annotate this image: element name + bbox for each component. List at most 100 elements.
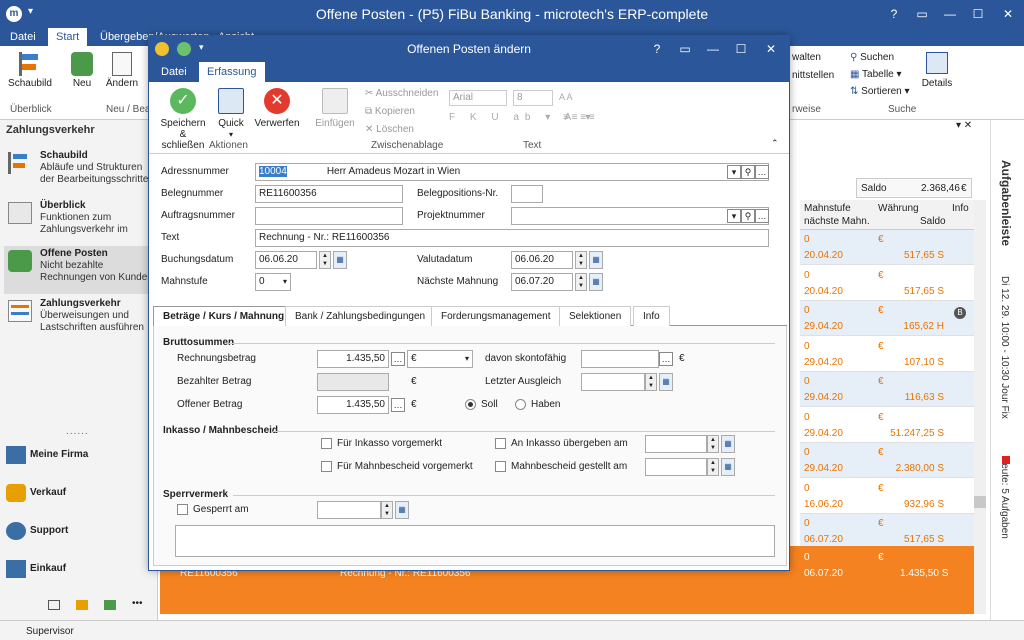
tabelle-button[interactable]: ▦ Tabelle ▾ bbox=[850, 69, 902, 80]
gesperrt-spinner[interactable]: ▲ ▼ bbox=[381, 501, 393, 519]
fuer-mahn-checkbox[interactable] bbox=[321, 461, 332, 472]
collapse-ribbon-icon[interactable]: ⌃ bbox=[771, 138, 779, 149]
belegnummer-field[interactable]: RE11600356 bbox=[255, 185, 403, 203]
subtab-selektionen[interactable]: Selektionen bbox=[559, 306, 632, 326]
mahn-gestellt-calendar-icon[interactable]: ▦ bbox=[721, 458, 735, 476]
col-naechste[interactable]: nächste Mahn. bbox=[804, 216, 870, 227]
valutadatum-calendar-icon[interactable]: ▦ bbox=[589, 251, 603, 269]
soll-radio[interactable] bbox=[465, 399, 476, 410]
table-row[interactable]: 0 20.04.20 €517,65 S bbox=[800, 265, 974, 301]
aendern-button[interactable]: Ändern bbox=[102, 50, 142, 102]
einfuegen-button[interactable]: Einfügen bbox=[315, 88, 355, 129]
nav-support[interactable]: Support bbox=[4, 520, 154, 544]
table-row[interactable]: 0 29.04.20 €165,62 H B bbox=[800, 301, 974, 336]
subtab-bank[interactable]: Bank / Zahlungsbedingungen bbox=[285, 306, 436, 326]
table-row[interactable]: 0 29.04.20 €116,63 S bbox=[800, 372, 974, 407]
buchungsdatum-calendar-icon[interactable]: ▦ bbox=[333, 251, 347, 269]
schaubild-button[interactable]: Schaubild bbox=[8, 50, 52, 102]
quick-button[interactable]: Quick ▾ bbox=[213, 88, 249, 140]
loeschen-button[interactable]: ✕ Löschen bbox=[365, 124, 414, 135]
suchen-button[interactable]: ⚲ Suchen bbox=[850, 52, 894, 63]
col-info[interactable]: Info bbox=[952, 203, 969, 214]
dialog-close-icon[interactable]: ✕ bbox=[757, 36, 785, 62]
sperr-notes-field[interactable] bbox=[175, 525, 775, 557]
table-row[interactable]: 0 29.04.20 €51.247,25 S bbox=[800, 407, 974, 443]
subtab-betraege[interactable]: Beträge / Kurs / Mahnung bbox=[153, 306, 295, 326]
pane-pin-icon[interactable]: ▾ ✕ bbox=[956, 120, 972, 131]
dialog-maximize-icon[interactable]: ☐ bbox=[727, 36, 755, 62]
dialog-minimize-icon[interactable]: — bbox=[699, 36, 727, 62]
dialog-tab-erfassung[interactable]: Erfassung bbox=[199, 62, 265, 82]
fuer-inkasso-checkbox[interactable] bbox=[321, 438, 332, 449]
rechnungsbetrag-more-icon[interactable]: … bbox=[391, 352, 405, 366]
table-row[interactable]: 0 29.04.20 €2.380,00 S bbox=[800, 443, 974, 478]
font-size-select[interactable]: 8 bbox=[513, 90, 553, 106]
ausgleich-calendar-icon[interactable]: ▦ bbox=[659, 373, 673, 391]
nav-mini-icon-2[interactable] bbox=[76, 600, 88, 610]
projekt-dropdown-icon[interactable]: ▾ bbox=[727, 209, 741, 223]
dialog-tab-datei[interactable]: Datei bbox=[153, 62, 195, 82]
dialog-help-icon[interactable]: ? bbox=[643, 36, 671, 62]
font-select[interactable]: Arial bbox=[449, 90, 507, 106]
subtab-info[interactable]: Info bbox=[633, 306, 670, 326]
ribbon-options-icon[interactable]: ▭ bbox=[908, 0, 936, 28]
an-inkasso-field[interactable] bbox=[645, 435, 707, 453]
help-icon[interactable]: ? bbox=[880, 0, 908, 28]
tasks-today[interactable]: Heute: 5 Aufgaben bbox=[999, 456, 1010, 539]
nav-meine-firma[interactable]: Meine Firma bbox=[4, 444, 154, 468]
sortieren-button[interactable]: ⇅ Sortieren ▾ bbox=[850, 86, 910, 97]
verwerfen-button[interactable]: ✕ Verwerfen bbox=[253, 88, 301, 129]
maximize-icon[interactable]: ☐ bbox=[964, 0, 992, 28]
nav-more-icon[interactable]: ••• bbox=[132, 598, 143, 609]
projekt-more-icon[interactable]: … bbox=[755, 209, 769, 223]
gesperrt-calendar-icon[interactable]: ▦ bbox=[395, 501, 409, 519]
projekt-search-icon[interactable]: ⚲ bbox=[741, 209, 755, 223]
table-row[interactable]: 0 20.04.20 €517,65 S bbox=[800, 230, 974, 265]
offen-more-icon[interactable]: … bbox=[391, 398, 405, 412]
an-inkasso-spinner[interactable]: ▲ ▼ bbox=[707, 435, 719, 453]
grow-font-icon[interactable]: A A bbox=[559, 92, 573, 102]
nav-einkauf[interactable]: Einkauf bbox=[4, 558, 154, 582]
gesperrt-checkbox[interactable] bbox=[177, 504, 188, 515]
tab-datei[interactable]: Datei bbox=[2, 28, 44, 46]
rechnungsbetrag-field[interactable]: 1.435,50 bbox=[317, 350, 389, 368]
nav-mini-icon-3[interactable] bbox=[104, 600, 116, 610]
naechste-calendar-icon[interactable]: ▦ bbox=[589, 273, 603, 291]
buchungsdatum-spinner[interactable]: ▲ ▼ bbox=[319, 251, 331, 269]
mahn-gestellt-checkbox[interactable] bbox=[495, 461, 506, 472]
dialog-options-icon[interactable]: ▭ bbox=[671, 36, 699, 62]
tab-start[interactable]: Start bbox=[48, 28, 88, 46]
mahn-gestellt-field[interactable] bbox=[645, 458, 707, 476]
an-inkasso-checkbox[interactable] bbox=[495, 438, 506, 449]
belegpos-field[interactable] bbox=[511, 185, 543, 203]
table-row[interactable]: 0 16.06.20 €932,96 S bbox=[800, 478, 974, 514]
col-mahnstufe[interactable]: Mahnstufe bbox=[804, 203, 851, 214]
neu-button[interactable]: Neu bbox=[64, 50, 100, 102]
adress-search-icon[interactable]: ⚲ bbox=[741, 165, 755, 179]
mahnstufe-select[interactable]: 0 ▾ bbox=[255, 273, 291, 291]
valutadatum-spinner[interactable]: ▲ ▼ bbox=[575, 251, 587, 269]
mahn-gestellt-spinner[interactable]: ▲ ▼ bbox=[707, 458, 719, 476]
gesperrt-field[interactable] bbox=[317, 501, 381, 519]
details-button[interactable]: Details bbox=[918, 50, 956, 89]
col-saldo[interactable]: Saldo bbox=[920, 216, 946, 227]
nav-splitter[interactable]: ...... bbox=[66, 426, 89, 437]
currency-select[interactable]: € ▾ bbox=[407, 350, 473, 368]
adressnummer-field[interactable]: 10004 Herr Amadeus Mozart in Wien bbox=[255, 163, 769, 181]
offen-field[interactable]: 1.435,50 bbox=[317, 396, 389, 414]
text-field[interactable]: Rechnung - Nr.: RE11600356 bbox=[255, 229, 769, 247]
minimize-icon[interactable]: — bbox=[936, 0, 964, 28]
schnittstellen-button[interactable]: nittstellen bbox=[792, 70, 834, 81]
subtab-forderung[interactable]: Forderungsmanagement bbox=[431, 306, 561, 326]
nav-verkauf[interactable]: Verkauf bbox=[4, 482, 154, 506]
verwalten-button[interactable]: walten bbox=[792, 52, 821, 63]
haben-radio[interactable] bbox=[515, 399, 526, 410]
ausschneiden-button[interactable]: ✂ Ausschneiden bbox=[365, 88, 438, 99]
nav-item-offene-posten[interactable]: Offene Posten Nicht bezahlte Rechnungen … bbox=[4, 246, 156, 294]
ausgleich-field[interactable] bbox=[581, 373, 645, 391]
auftragsnummer-field[interactable] bbox=[255, 207, 403, 225]
adress-more-icon[interactable]: … bbox=[755, 165, 769, 179]
aufgabenleiste-title[interactable]: Aufgabenleiste bbox=[999, 160, 1013, 246]
buchungsdatum-field[interactable]: 06.06.20 bbox=[255, 251, 317, 269]
nav-item-ueberblick[interactable]: Überblick Funktionen zum Zahlungsverkehr… bbox=[4, 198, 156, 246]
